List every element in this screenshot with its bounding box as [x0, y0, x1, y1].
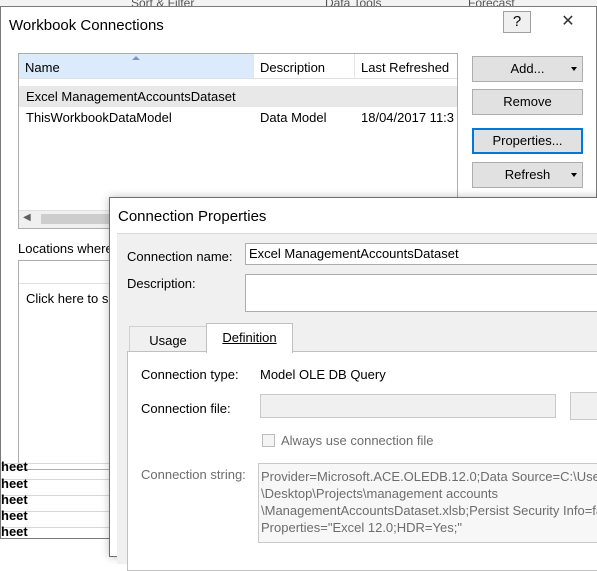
connection-file-label: Connection file: — [141, 401, 231, 416]
dropdown-arrow-icon — [571, 173, 577, 177]
tab-usage[interactable]: Usage — [129, 326, 207, 353]
connection-string-label: Connection string: — [141, 467, 246, 482]
sheet-cell: heet — [1, 508, 28, 523]
column-header-name[interactable]: Name — [19, 54, 254, 78]
always-use-checkbox[interactable] — [262, 434, 275, 447]
sheet-cell: heet — [1, 476, 28, 491]
description-input[interactable] — [245, 274, 597, 312]
properties-button[interactable]: Properties... — [472, 128, 583, 154]
connection-name: Excel ManagementAccountsDataset — [26, 89, 236, 104]
connection-name: ThisWorkbookDataModel — [26, 110, 172, 125]
help-button[interactable]: ? — [503, 11, 531, 33]
description-label: Description: — [127, 276, 196, 291]
connection-file-input[interactable] — [260, 394, 556, 418]
connection-name-label: Connection name: — [127, 249, 233, 264]
dialog-body: Connection name: Excel ManagementAccount… — [117, 233, 597, 571]
scroll-left-icon[interactable]: ◀ — [23, 212, 31, 223]
connection-type-value: Model OLE DB Query — [260, 367, 386, 382]
sheet-cell: heet — [1, 524, 28, 539]
sheet-cell: heet — [1, 492, 28, 507]
dialog-title: Workbook Connections — [9, 17, 164, 34]
connection-type-label: Connection type: — [141, 367, 239, 382]
browse-button[interactable] — [570, 392, 597, 420]
connection-description: Data Model — [260, 110, 327, 125]
column-header-description[interactable]: Description — [254, 54, 355, 78]
list-item[interactable]: Excel ManagementAccountsDataset — [19, 86, 457, 107]
list-item[interactable]: ThisWorkbookDataModel Data Model 18/04/2… — [19, 107, 457, 128]
column-header-last-refreshed[interactable]: Last Refreshed — [355, 54, 457, 78]
sort-ascending-icon — [132, 56, 140, 60]
close-icon: ✕ — [561, 13, 575, 30]
connection-string-line: \ManagementAccountsDataset.xlsb;Persist … — [261, 503, 597, 518]
dropdown-arrow-icon — [571, 67, 577, 71]
close-button[interactable]: ✕ — [550, 11, 586, 33]
list-header: Name Description Last Refreshed — [19, 54, 457, 79]
refresh-button[interactable]: Refresh — [472, 162, 583, 188]
tab-definition[interactable]: Definition — [206, 323, 293, 353]
connection-last-refreshed: 18/04/2017 11:3 — [361, 110, 455, 125]
locations-label: Locations where — [18, 241, 113, 256]
sheet-cell: heet — [1, 459, 28, 474]
connection-string-line: Properties="Excel 12.0;HDR=Yes;" — [261, 520, 462, 535]
locations-hint[interactable]: Click here to s — [26, 291, 108, 306]
connection-name-input[interactable]: Excel ManagementAccountsDataset — [245, 243, 597, 265]
connection-string-line: \Desktop\Projects\management accounts — [261, 486, 499, 501]
add-button[interactable]: Add... — [472, 56, 583, 82]
remove-button[interactable]: Remove — [472, 89, 583, 115]
connection-string-input[interactable]: Provider=Microsoft.ACE.OLEDB.12.0;Data S… — [258, 463, 597, 543]
connection-properties-dialog: Connection Properties Connection name: E… — [109, 197, 597, 571]
always-use-label: Always use connection file — [281, 433, 434, 448]
connection-string-line: Provider=Microsoft.ACE.OLEDB.12.0;Data S… — [261, 469, 597, 484]
dialog-title: Connection Properties — [118, 208, 267, 225]
